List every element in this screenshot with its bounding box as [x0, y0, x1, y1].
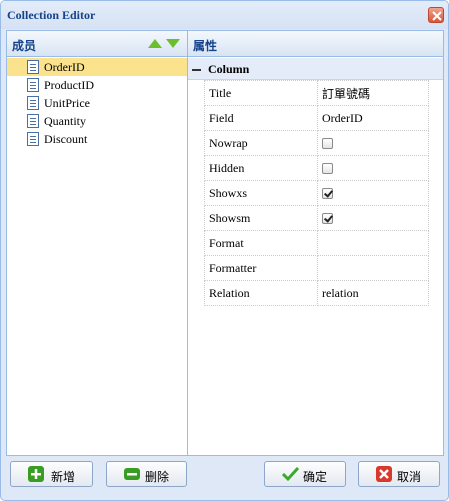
member-item-label: Quantity — [44, 114, 86, 128]
property-grid: Title 訂單號碼 Field OrderID Nowrap Hidden Showxs S… — [204, 80, 429, 306]
property-row: Format — [204, 230, 429, 256]
property-row: Formatter — [204, 255, 429, 281]
member-item-label: Discount — [44, 132, 88, 146]
ok-button[interactable]: 确定 — [264, 461, 346, 487]
property-row: Showsm — [204, 205, 429, 231]
property-row: Showxs — [204, 180, 429, 206]
document-icon — [27, 78, 39, 92]
property-name: Nowrap — [204, 130, 318, 156]
property-name: Showsm — [204, 205, 318, 231]
property-checkbox[interactable] — [322, 188, 333, 200]
window-title: Collection Editor — [7, 8, 96, 22]
property-checkbox[interactable] — [322, 163, 333, 175]
document-icon — [27, 114, 39, 128]
property-value-cell — [317, 130, 429, 156]
editor-body: 成员 OrderID ProductID UnitPrice Quantity Disc… — [6, 30, 444, 456]
members-header: 成员 — [7, 31, 187, 57]
close-icon — [432, 11, 442, 21]
properties-title: 属性 — [193, 39, 218, 53]
remove-button[interactable]: 删除 — [106, 461, 187, 487]
property-row: Title 訂單號碼 — [204, 80, 429, 106]
property-row: Relation relation — [204, 280, 429, 306]
collection-editor-dialog: Collection Editor 成员 OrderID ProductID Uni… — [0, 0, 449, 501]
member-item-label: ProductID — [44, 78, 94, 92]
remove-button-label: 删除 — [145, 470, 170, 484]
members-list: OrderID ProductID UnitPrice Quantity Discoun… — [7, 58, 187, 148]
members-title: 成员 — [12, 39, 37, 53]
property-name: Relation — [204, 280, 318, 306]
document-icon — [27, 60, 39, 74]
properties-panel: 属性 Column Title 訂單號碼 Field OrderID Nowrap Hid… — [188, 31, 443, 455]
property-value[interactable]: 訂單號碼 — [317, 80, 429, 106]
x-icon — [376, 466, 392, 482]
plus-icon — [28, 466, 44, 482]
property-value[interactable] — [317, 230, 429, 256]
property-row: Nowrap — [204, 130, 429, 156]
ok-button-label: 确定 — [303, 470, 328, 484]
property-name: Field — [204, 105, 318, 131]
property-value-cell — [317, 155, 429, 181]
property-value-cell — [317, 180, 429, 206]
property-name: Showxs — [204, 180, 318, 206]
arrow-up-icon[interactable] — [148, 39, 162, 48]
member-item-label: UnitPrice — [44, 96, 90, 110]
add-button-label: 新增 — [51, 470, 76, 484]
property-name: Hidden — [204, 155, 318, 181]
property-checkbox[interactable] — [322, 138, 333, 150]
property-group-label: Column — [208, 62, 250, 76]
cancel-button-label: 取消 — [397, 470, 422, 484]
member-item[interactable]: Quantity — [7, 112, 187, 130]
member-item[interactable]: UnitPrice — [7, 94, 187, 112]
property-row: Hidden — [204, 155, 429, 181]
arrow-down-icon[interactable] — [166, 39, 180, 48]
property-checkbox[interactable] — [322, 213, 333, 225]
property-value-cell — [317, 205, 429, 231]
property-name: Title — [204, 80, 318, 106]
properties-header: 属性 — [188, 31, 443, 57]
check-icon — [282, 466, 300, 482]
title-bar: Collection Editor — [1, 1, 448, 29]
collapse-icon[interactable] — [192, 69, 201, 71]
property-row: Field OrderID — [204, 105, 429, 131]
cancel-button[interactable]: 取消 — [358, 461, 440, 487]
member-item[interactable]: OrderID — [7, 58, 187, 76]
property-group-column[interactable]: Column — [188, 58, 443, 80]
property-name: Formatter — [204, 255, 318, 281]
add-button[interactable]: 新增 — [10, 461, 93, 487]
member-item[interactable]: Discount — [7, 130, 187, 148]
members-panel: 成员 OrderID ProductID UnitPrice Quantity Disc… — [7, 31, 188, 455]
document-icon — [27, 96, 39, 110]
close-button[interactable] — [428, 7, 444, 23]
member-item-label: OrderID — [44, 60, 85, 74]
property-value[interactable]: OrderID — [317, 105, 429, 131]
member-item[interactable]: ProductID — [7, 76, 187, 94]
button-bar: 新增 删除 确定 取消 — [6, 457, 444, 495]
property-value[interactable] — [317, 255, 429, 281]
minus-icon — [124, 468, 140, 480]
property-name: Format — [204, 230, 318, 256]
property-value[interactable]: relation — [317, 280, 429, 306]
document-icon — [27, 132, 39, 146]
